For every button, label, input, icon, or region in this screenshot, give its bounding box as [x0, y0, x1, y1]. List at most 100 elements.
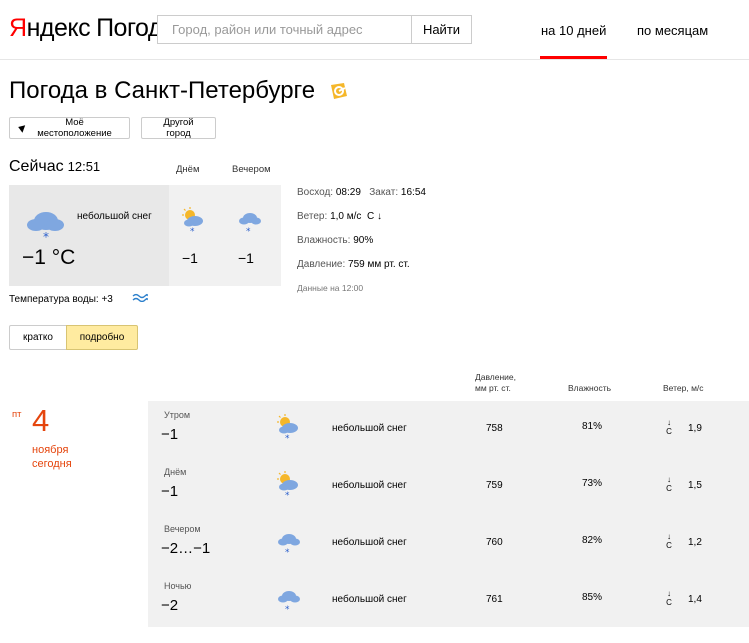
date-month: ноября — [32, 444, 69, 456]
row-condition: небольшой снег — [332, 537, 407, 548]
wind-dir-letter: С — [666, 541, 672, 550]
svg-text:*: * — [43, 230, 49, 242]
wind-dir-letter: С — [666, 427, 672, 436]
row-pressure: 759 — [486, 480, 503, 491]
svg-text:*: * — [246, 227, 251, 236]
sun-times: Восход: 08:29 Закат: 16:54 — [297, 187, 426, 198]
sunrise-value: 08:29 — [335, 187, 361, 198]
table-row: Ночью −2 * небольшой снег 761 85% ↓ С 1,4 — [148, 572, 749, 629]
row-pressure: 761 — [486, 594, 503, 605]
now-label: Сейчас — [9, 158, 64, 175]
day-column-label: Днём — [176, 164, 200, 175]
cloud-snow-icon: * — [278, 591, 300, 612]
wind-arrow-icon: ↓ — [667, 475, 671, 484]
row-temperature: −2…−1 — [161, 540, 211, 557]
row-humidity: 85% — [582, 592, 603, 603]
sun-cloud-snow-icon: * — [277, 414, 298, 441]
logo[interactable]: Яндекс Погода — [9, 14, 176, 43]
cloud-snow-icon: * — [239, 213, 261, 236]
logo-brand-rest: ндекс — [26, 14, 91, 42]
now-heading: Сейчас 12:51 — [9, 158, 100, 176]
day-temperature: −1 — [182, 250, 198, 266]
row-temperature: −2 — [161, 597, 179, 614]
evening-temperature: −1 — [238, 250, 254, 266]
my-location-label: Моё местоположение — [37, 117, 112, 139]
now-temperature: −1 °C — [22, 246, 76, 269]
row-condition: небольшой снег — [332, 480, 407, 491]
tab-10-days[interactable]: на 10 дней — [539, 23, 608, 59]
row-part-of-day: Днём — [164, 467, 187, 477]
row-condition: небольшой снег — [332, 423, 407, 434]
header: ЯндексПогода Найти на 10 дней по месяцам — [0, 0, 749, 60]
pressure-header-line1: Давление, — [475, 372, 517, 382]
humidity-value: 90% — [353, 235, 374, 246]
row-humidity: 82% — [582, 535, 603, 546]
sun-cloud-snow-icon: * — [277, 471, 298, 498]
wind-direction: С ↓ — [366, 211, 382, 222]
row-pressure: 760 — [486, 537, 503, 548]
pressure-value: 759 мм рт. ст. — [348, 259, 410, 270]
row-part-of-day: Ночью — [164, 581, 192, 591]
table-row: Утром −1 * небольшой снег 758 81% ↓ С 1,9 — [148, 401, 749, 458]
svg-text:*: * — [285, 434, 290, 441]
wind-label: Ветер: — [297, 211, 328, 222]
table-row: Вечером −2…−1 * небольшой снег 760 82% ↓… — [148, 515, 749, 572]
row-wind-direction: ↓ С — [665, 475, 673, 493]
row-temperature: −1 — [161, 426, 179, 443]
date-day-number: 4 — [32, 403, 50, 438]
now-time: 12:51 — [67, 159, 101, 174]
find-button[interactable]: Найти — [411, 15, 472, 44]
pressure-header-line2: мм рт. ст. — [475, 383, 511, 393]
row-part-of-day: Вечером — [164, 524, 201, 534]
svg-text:*: * — [190, 227, 195, 234]
row-wind-direction: ↓ С — [665, 589, 673, 607]
humidity-label: Влажность: — [297, 235, 351, 246]
row-wind-speed: 1,9 — [688, 423, 702, 434]
row-part-of-day: Утром — [164, 410, 191, 420]
location-arrow-icon — [16, 123, 26, 133]
yandex-weather-logo-icon — [331, 83, 347, 99]
wind-info: Ветер: 1,0 м/с С ↓ — [297, 211, 382, 222]
date-day-of-week: пт — [12, 409, 22, 420]
view-detailed-toggle[interactable]: подробно — [66, 325, 138, 350]
wind-arrow-icon: ↓ — [667, 532, 671, 541]
evening-column-label: Вечером — [232, 164, 271, 175]
row-pressure: 758 — [486, 423, 503, 434]
row-wind-speed: 1,2 — [688, 537, 702, 548]
cloud-snow-icon: * — [278, 534, 300, 555]
pressure-info: Давление: 759 мм рт. ст. — [297, 259, 410, 270]
row-temperature: −1 — [161, 483, 179, 500]
page-title: Погода в Санкт-Петербурге — [9, 77, 316, 104]
my-location-button[interactable]: Моё местоположение — [9, 117, 130, 139]
humidity-info: Влажность: 90% — [297, 235, 373, 246]
wind-dir-letter: С — [666, 484, 672, 493]
row-condition: небольшой снег — [332, 594, 407, 605]
sunrise-label: Восход: — [297, 187, 334, 198]
wind-value: 1,0 м/с — [330, 211, 362, 222]
humidity-column-header: Влажность — [568, 383, 612, 393]
pressure-column-header: Давление, мм рт. ст. — [475, 372, 516, 394]
wind-arrow-icon: ↓ — [667, 589, 671, 598]
tab-by-month[interactable]: по месяцам — [637, 23, 708, 38]
search-input[interactable] — [157, 15, 412, 44]
logo-brand-first: Я — [9, 14, 27, 42]
pressure-label: Давление: — [297, 259, 346, 270]
other-city-button[interactable]: Другой город — [141, 117, 216, 139]
sunset-label: Закат: — [369, 187, 399, 198]
row-humidity: 73% — [582, 478, 603, 489]
data-timestamp: Данные на 12:00 — [297, 283, 364, 293]
view-short-toggle[interactable]: кратко — [9, 325, 67, 350]
table-row: Днём −1 * небольшой снег 759 73% ↓ С 1,5 — [148, 458, 749, 515]
wind-dir-letter: С — [666, 598, 672, 607]
day-panel — [169, 185, 225, 286]
cloud-snow-icon: * — [27, 212, 64, 242]
sun-cloud-snow-icon: * — [182, 207, 203, 234]
water-temperature: Температура воды: +3 — [9, 294, 113, 305]
wind-arrow-icon: ↓ — [667, 418, 671, 427]
date-relative: сегодня — [32, 458, 72, 470]
row-wind-direction: ↓ С — [665, 418, 673, 436]
row-wind-speed: 1,5 — [688, 480, 702, 491]
svg-text:*: * — [285, 605, 290, 612]
now-condition: небольшой снег — [77, 211, 152, 222]
water-wave-icon — [132, 293, 148, 302]
